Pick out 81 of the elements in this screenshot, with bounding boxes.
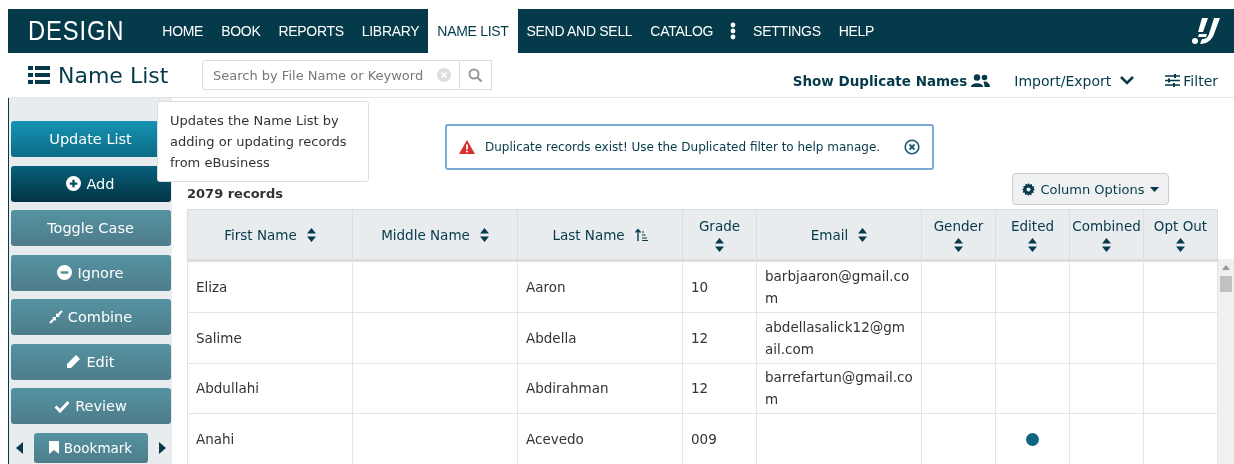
- bookmark-icon: [48, 441, 59, 454]
- sort-icon[interactable]: [479, 227, 489, 242]
- table-cell: Salime: [196, 329, 242, 346]
- nav-tab[interactable]: HOME: [153, 9, 213, 53]
- nav-tab[interactable]: SETTINGS: [744, 9, 830, 53]
- sliders-icon: [1165, 73, 1181, 87]
- table-cell: Abdella: [526, 329, 577, 346]
- table-cell: Aaron: [526, 278, 566, 295]
- table-cell: Abdirahman: [526, 380, 609, 397]
- pencil-icon: [66, 354, 82, 369]
- caret-icon: [1149, 186, 1159, 192]
- filter-link[interactable]: Filter: [1183, 73, 1218, 89]
- sidebar-button[interactable]: Combine: [10, 299, 171, 335]
- table-row[interactable]: Eliza Aaron 10 barbjaaron@gmail.com: [187, 260, 1218, 313]
- users-icon: [971, 73, 991, 87]
- table-row[interactable]: Salime Abdella 12 abdellasalick12@gmail.com: [187, 312, 1218, 363]
- search-button[interactable]: [460, 60, 492, 90]
- sort-icon[interactable]: [306, 227, 316, 242]
- table-cell: 10: [691, 278, 709, 295]
- sidebar-button[interactable]: Toggle Case: [10, 210, 171, 246]
- column-header[interactable]: Email: [810, 226, 849, 243]
- alert-message: Duplicate records exist! Use the Duplicated filter to help manage.: [485, 140, 881, 154]
- sidebar-button[interactable]: Review: [10, 388, 171, 424]
- scrollbar[interactable]: [1218, 259, 1234, 464]
- search-field[interactable]: Search by File Name or Keyword: [202, 60, 460, 90]
- sort-icon[interactable]: [1176, 237, 1185, 252]
- column-header[interactable]: First Name: [224, 226, 297, 243]
- tooltip: Updates the Name List by adding or updating records from eBusiness: [157, 101, 369, 182]
- list-icon: [28, 66, 50, 84]
- table-cell: 12: [691, 329, 709, 346]
- nav-tab[interactable]: NAME LIST: [428, 9, 518, 53]
- nav-tab[interactable]: REPORTS: [269, 9, 353, 53]
- minus-icon: [57, 265, 73, 280]
- table-cell: 12: [691, 380, 709, 397]
- sort-icon[interactable]: [858, 227, 868, 242]
- column-header[interactable]: Last Name: [552, 226, 625, 243]
- table-row[interactable]: Abdullahi Abdirahman 12 barrefartun@gmail.com: [187, 363, 1218, 414]
- sort-icon[interactable]: [715, 237, 724, 252]
- sidebar-button[interactable]: Edit: [10, 343, 171, 380]
- nav-tab[interactable]: BOOK: [212, 9, 270, 53]
- plus-icon: [66, 176, 82, 191]
- table-cell: Eliza: [196, 278, 228, 295]
- table-cell: barrefartun@gmail.com: [765, 369, 913, 408]
- page-title: Name List: [58, 62, 170, 88]
- column-options-button[interactable]: Column Options: [1012, 173, 1169, 205]
- table-cell: Abdullahi: [196, 380, 259, 397]
- warning-icon: [459, 140, 475, 154]
- nav-tab[interactable]: HELP: [829, 9, 884, 53]
- next-icon[interactable]: [158, 441, 166, 454]
- column-header[interactable]: Middle Name: [381, 226, 470, 243]
- nav-tab[interactable]: CATALOG: [641, 9, 723, 53]
- search-icon: [468, 67, 483, 83]
- compress-icon: [48, 310, 63, 324]
- logo[interactable]: DESIGN: [28, 15, 125, 47]
- sort-icon[interactable]: [1102, 237, 1111, 252]
- sort-ascending-icon[interactable]: [634, 228, 648, 241]
- show-duplicates-link[interactable]: Show Duplicate Names: [792, 73, 968, 89]
- sort-icon[interactable]: [1028, 237, 1037, 252]
- sort-icon[interactable]: [954, 237, 963, 252]
- column-header[interactable]: Grade: [698, 217, 741, 234]
- column-header[interactable]: Edited: [1011, 217, 1054, 234]
- close-icon[interactable]: [904, 139, 921, 155]
- brand-logo-icon: [1190, 16, 1222, 46]
- chevron-down-icon[interactable]: [1119, 75, 1136, 85]
- bookmark-button[interactable]: Bookmark: [33, 432, 148, 463]
- sidebar-button[interactable]: Ignore: [10, 254, 171, 291]
- gear-icon: [1022, 182, 1036, 196]
- table-cell: 009: [691, 431, 717, 448]
- table-cell: Anahi: [196, 431, 235, 448]
- sidebar-button[interactable]: Add: [10, 165, 171, 202]
- nav-tab[interactable]: LIBRARY: [352, 9, 429, 53]
- scroll-thumb[interactable]: [1220, 276, 1232, 292]
- check-icon: [54, 399, 71, 413]
- table-cell: Acevedo: [526, 431, 584, 448]
- more-icon[interactable]: [730, 22, 737, 40]
- nav-tab[interactable]: SEND AND SELL: [517, 9, 642, 53]
- table-cell: abdellasalick12@gmail.com: [765, 318, 905, 357]
- table-cell: barbjaaron@gmail.com: [765, 267, 910, 306]
- previous-icon[interactable]: [15, 441, 23, 454]
- import-export-menu[interactable]: Import/Export: [1014, 73, 1112, 89]
- record-count: 2079 records: [187, 186, 284, 203]
